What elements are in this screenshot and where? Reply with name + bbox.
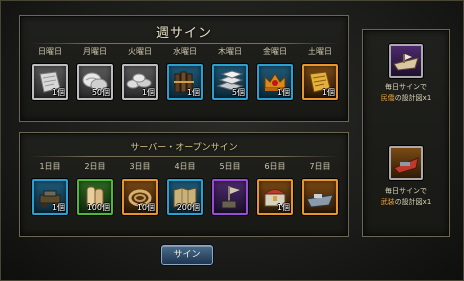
item-quantity: 1個 bbox=[186, 88, 200, 97]
gold-blueprint-icon[interactable]: 1個 bbox=[302, 64, 338, 100]
item-quantity: 50個 bbox=[91, 88, 110, 97]
reward-line1: 毎日サインで bbox=[385, 83, 427, 91]
item-quantity: 1個 bbox=[51, 88, 65, 97]
weekly-sign-panel: 週サイン 日曜日 1個 月曜日 50個 火曜日 1個 水曜日 1個 木曜日 5個… bbox=[19, 15, 349, 122]
item-quantity: 1個 bbox=[141, 88, 155, 97]
cannon-icon[interactable]: 1個 bbox=[32, 179, 68, 215]
treasure-chest-icon[interactable]: 1個 bbox=[257, 179, 293, 215]
day-label: 月曜日 bbox=[83, 47, 107, 56]
reward-line2: 民僑の設計図x1 bbox=[363, 93, 449, 104]
day-label: 7日目 bbox=[309, 162, 331, 171]
warship-icon[interactable] bbox=[302, 179, 338, 215]
crown-icon[interactable]: 1個 bbox=[257, 64, 293, 100]
day-label: 4日目 bbox=[174, 162, 196, 171]
item-quantity: 1個 bbox=[276, 88, 290, 97]
day-label: 日曜日 bbox=[38, 47, 62, 56]
scroll-bundle-icon[interactable]: 100個 bbox=[77, 179, 113, 215]
weekly-title: 週サイン bbox=[155, 26, 212, 41]
item-quantity: 10個 bbox=[136, 203, 155, 212]
day-label: 1日目 bbox=[39, 162, 61, 171]
reward-highlight: 武装 bbox=[380, 198, 395, 206]
reward-suffix: の設計図x1 bbox=[394, 94, 432, 102]
merchant-ship-blueprint-reward[interactable] bbox=[389, 44, 423, 78]
weekly-days: 日曜日 1個 月曜日 50個 火曜日 1個 水曜日 1個 木曜日 5個 金曜日 … bbox=[30, 46, 340, 118]
server-title: サーバー・オープンサイン bbox=[130, 143, 238, 153]
reward-highlight: 民僑 bbox=[380, 94, 395, 102]
server-days: 1日目 1個 2日目 100個 3日目 10個 4日目 200個 5日目 6日目… bbox=[30, 161, 340, 233]
item-quantity: 1個 bbox=[51, 203, 65, 212]
day-label: 2日目 bbox=[84, 162, 106, 171]
item-quantity: 1個 bbox=[276, 203, 290, 212]
day-label: 金曜日 bbox=[263, 47, 287, 56]
daily-reward-panel: 毎日サインで 民僑の設計図x1 毎日サインで 武装の設計図x1 bbox=[362, 29, 450, 237]
server-open-sign-panel: サーバー・オープンサイン 1日目 1個 2日目 100個 3日目 10個 4日目… bbox=[19, 132, 349, 237]
cotton-bundle-icon[interactable]: 50個 bbox=[77, 64, 113, 100]
tower-flag-icon[interactable] bbox=[212, 179, 248, 215]
day-label: 6日目 bbox=[264, 162, 286, 171]
reward-caption-2: 毎日サインで 武装の設計図x1 bbox=[363, 186, 449, 208]
stone-pile-icon[interactable]: 1個 bbox=[122, 64, 158, 100]
item-quantity: 1個 bbox=[321, 88, 335, 97]
sign-in-window: 週サイン 日曜日 1個 月曜日 50個 火曜日 1個 水曜日 1個 木曜日 5個… bbox=[0, 0, 464, 281]
weekly-divider bbox=[30, 43, 338, 44]
day-label: 火曜日 bbox=[128, 47, 152, 56]
map-icon[interactable]: 200個 bbox=[167, 179, 203, 215]
reward-caption-1: 毎日サインで 民僑の設計図x1 bbox=[363, 82, 449, 104]
item-quantity: 200個 bbox=[176, 203, 200, 212]
reward-line1: 毎日サインで bbox=[385, 187, 427, 195]
reward-suffix: の設計図x1 bbox=[394, 198, 432, 206]
armed-ship-icon bbox=[393, 157, 419, 174]
day-label: 土曜日 bbox=[308, 47, 332, 56]
item-quantity: 100個 bbox=[86, 203, 110, 212]
day-label: 5日目 bbox=[219, 162, 241, 171]
item-quantity: 5個 bbox=[231, 88, 245, 97]
rope-icon[interactable]: 10個 bbox=[122, 179, 158, 215]
iron-ingot-icon[interactable]: 5個 bbox=[212, 64, 248, 100]
day-label: 3日目 bbox=[129, 162, 151, 171]
day-label: 木曜日 bbox=[218, 47, 242, 56]
lumber-bundle-icon[interactable]: 1個 bbox=[167, 64, 203, 100]
reward-line2: 武装の設計図x1 bbox=[363, 197, 449, 208]
sign-button[interactable]: サイン bbox=[161, 245, 213, 265]
armed-ship-blueprint-reward[interactable] bbox=[389, 146, 423, 180]
server-divider bbox=[30, 156, 338, 157]
day-label: 水曜日 bbox=[173, 47, 197, 56]
blueprint-scroll-icon[interactable]: 1個 bbox=[32, 64, 68, 100]
merchant-ship-icon bbox=[393, 54, 419, 71]
